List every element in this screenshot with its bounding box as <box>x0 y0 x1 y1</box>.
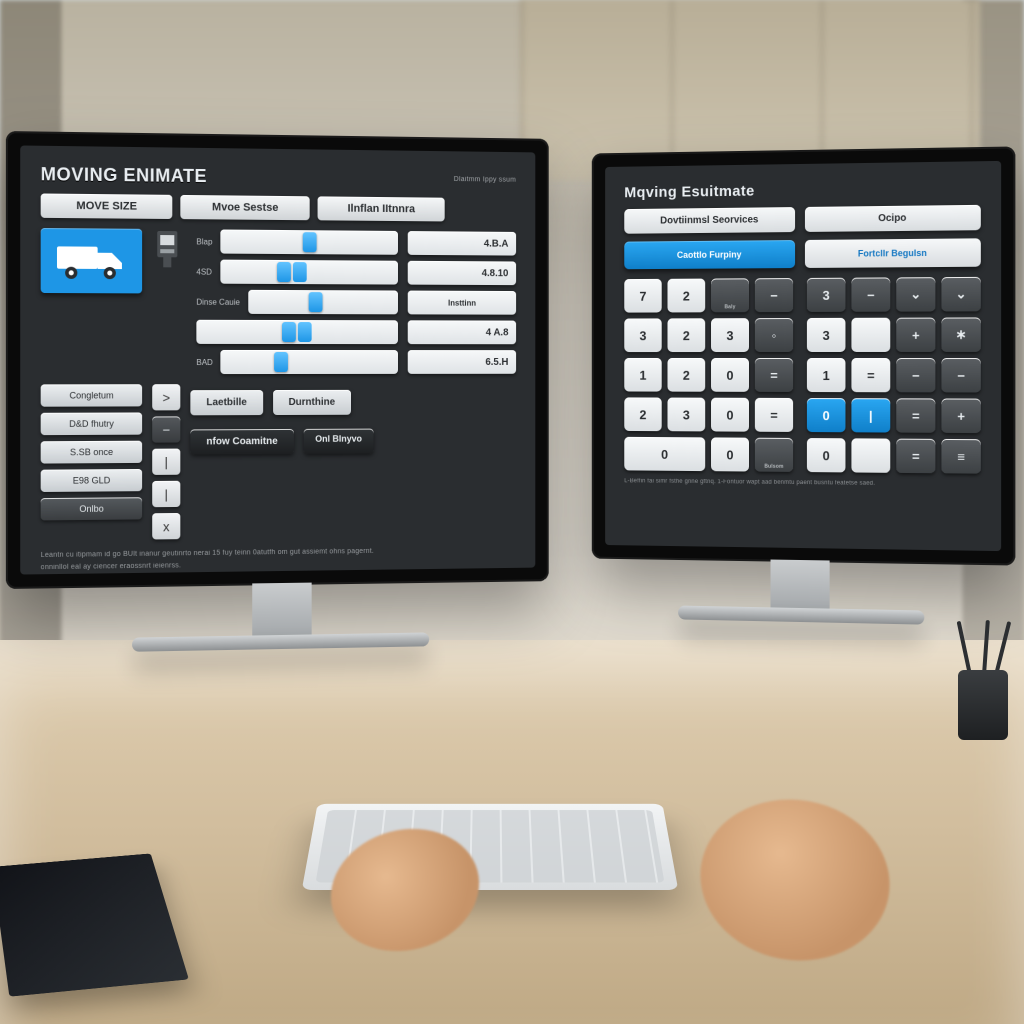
stepper-1[interactable]: − <box>152 416 180 442</box>
stepper-column: > − | | x <box>152 384 180 539</box>
padB-key-16[interactable]: 0 <box>807 438 846 472</box>
pencil-cup <box>948 620 1018 740</box>
calc-footnote: L-Beffin fai simr fsthe gnne gftnq. 1-Fo… <box>624 478 981 488</box>
padB-key-3[interactable]: ⌄ <box>941 277 980 312</box>
truck-card[interactable] <box>41 228 142 293</box>
corner-note: Dlaitmm Ippy ssum <box>454 176 516 184</box>
keypad-right: 3−⌄⌄3 +∗1=−−0|=+0 =≡ <box>807 277 981 474</box>
btn-laetbille[interactable]: Laetbille <box>190 390 262 415</box>
padA-key-8[interactable]: 1 <box>624 358 661 392</box>
tab-additional-services[interactable]: Dovtiinmsl Seorvices <box>624 207 795 234</box>
slider-label-0: Blap <box>196 237 212 246</box>
slider-2[interactable] <box>248 290 398 314</box>
padB-key-11[interactable]: − <box>941 358 980 392</box>
category-tabs: MOVE SIZE Mvoe Sestse Ilnflan IItnnra <box>41 193 516 222</box>
scanner-icon <box>152 229 182 292</box>
price-2: Insttinn <box>408 291 516 315</box>
padB-key-0[interactable]: 3 <box>807 278 846 312</box>
padA-key-3[interactable]: − <box>755 278 793 312</box>
slider-label-1: 4SD <box>196 267 212 276</box>
padA-key-2[interactable]: Baly <box>711 278 749 312</box>
padB-key-18[interactable]: = <box>896 439 935 474</box>
padB-key-2[interactable]: ⌄ <box>896 277 935 312</box>
tab-move-size[interactable]: MOVE SIZE <box>41 193 173 219</box>
right-screen: Mqving Esuitmate Dovtiinmsl Seorvices Oc… <box>605 161 1001 551</box>
padB-key-15[interactable]: + <box>941 398 980 433</box>
padB-key-14[interactable]: = <box>896 398 935 433</box>
sidebar-item-3[interactable]: E98 GLD <box>41 469 142 492</box>
padB-key-5[interactable] <box>851 318 890 352</box>
app-title: MOVING ENIMATE <box>41 164 207 187</box>
btn-primary[interactable]: Caottlo Furpiny <box>624 240 795 269</box>
btn-secondary[interactable]: Fortcllr Begulsn <box>805 238 981 268</box>
stepper-2[interactable]: | <box>152 449 180 475</box>
padB-key-4[interactable]: 3 <box>807 318 846 352</box>
padB-key-10[interactable]: − <box>896 358 935 392</box>
padA-key-7[interactable]: ◦ <box>755 318 793 352</box>
left-monitor: MOVING ENIMATE Dlaitmm Ippy ssum MOVE SI… <box>6 131 549 589</box>
padB-key-9[interactable]: = <box>851 358 890 392</box>
left-screen: MOVING ENIMATE Dlaitmm Ippy ssum MOVE SI… <box>20 145 535 574</box>
stepper-0[interactable]: > <box>152 384 180 410</box>
padA-key-11[interactable]: = <box>755 358 793 392</box>
btn-durnthine[interactable]: Durnthine <box>273 390 351 415</box>
padA-key-4[interactable]: 3 <box>624 318 661 352</box>
padA-key-1[interactable]: 2 <box>667 279 705 313</box>
padA-key-13[interactable]: 3 <box>667 398 705 432</box>
right-monitor: Mqving Esuitmate Dovtiinmsl Seorvices Oc… <box>592 146 1016 565</box>
price-4: 6.5.H <box>408 350 516 374</box>
slider-label-4: BAD <box>196 357 212 366</box>
slider-3[interactable] <box>196 320 398 344</box>
slider-0[interactable] <box>220 229 398 254</box>
truck-icon <box>55 238 128 283</box>
padA-key-5[interactable]: 2 <box>667 318 705 352</box>
padA-key-0[interactable]: 7 <box>624 279 661 313</box>
price-3: 4 A.8 <box>408 320 516 344</box>
padA-key-14[interactable]: 0 <box>711 398 749 432</box>
slider-1[interactable] <box>220 260 398 285</box>
slider-label-2: Dinse Cauie <box>196 297 240 306</box>
sidebar-item-1[interactable]: D&D fhutry <box>41 412 142 435</box>
slider-stack: Blap 4SD Dinse Cauie BAD <box>196 229 398 374</box>
tab-move-services[interactable]: Mvoe Sestse <box>180 195 309 220</box>
tab-inflation[interactable]: Ilnflan IItnnra <box>318 196 445 221</box>
padB-key-1[interactable]: − <box>851 277 890 311</box>
padA-key-12[interactable]: 2 <box>624 397 661 431</box>
sidebar-item-2[interactable]: S.SB once <box>41 441 142 464</box>
keypad-left: 72Baly−323◦120=230=00Bulsom <box>624 278 793 472</box>
stepper-4[interactable]: x <box>152 513 180 539</box>
padA-key-18[interactable]: Bulsom <box>755 438 793 472</box>
btn-move-continue[interactable]: nfow Coamitne <box>190 429 293 455</box>
app-title-right: Mqving Esuitmate <box>624 179 981 201</box>
tab-ocipo[interactable]: Ocipo <box>805 205 981 232</box>
padA-key-15[interactable]: = <box>755 398 793 432</box>
padB-key-8[interactable]: 1 <box>807 358 846 392</box>
padA-key-17[interactable]: 0 <box>711 437 749 471</box>
price-0: 4.B.A <box>408 231 516 256</box>
price-1: 4.8.10 <box>408 261 516 285</box>
slider-4[interactable] <box>221 350 398 374</box>
padB-key-7[interactable]: ∗ <box>941 317 980 352</box>
padB-key-12[interactable]: 0 <box>807 398 846 432</box>
padB-key-13[interactable]: | <box>851 398 890 432</box>
padB-key-19[interactable]: ≡ <box>941 439 980 474</box>
padA-key-9[interactable]: 2 <box>667 358 705 392</box>
stepper-3[interactable]: | <box>152 481 180 507</box>
padA-key-10[interactable]: 0 <box>711 358 749 392</box>
padA-key-16[interactable]: 0 <box>624 437 705 471</box>
sidebar: Congletum D&D fhutry S.SB once E98 GLD Onlbo <box>41 384 142 541</box>
padA-key-6[interactable]: 3 <box>711 318 749 352</box>
sidebar-item-4[interactable]: Onlbo <box>41 497 142 520</box>
padB-key-17[interactable] <box>851 438 890 473</box>
price-column: 4.B.A 4.8.10 Insttinn 4 A.8 6.5.H <box>408 231 516 374</box>
chip-onl[interactable]: Onl Blnyvo <box>303 429 373 454</box>
padB-key-6[interactable]: + <box>896 318 935 352</box>
sidebar-item-0[interactable]: Congletum <box>41 384 142 406</box>
